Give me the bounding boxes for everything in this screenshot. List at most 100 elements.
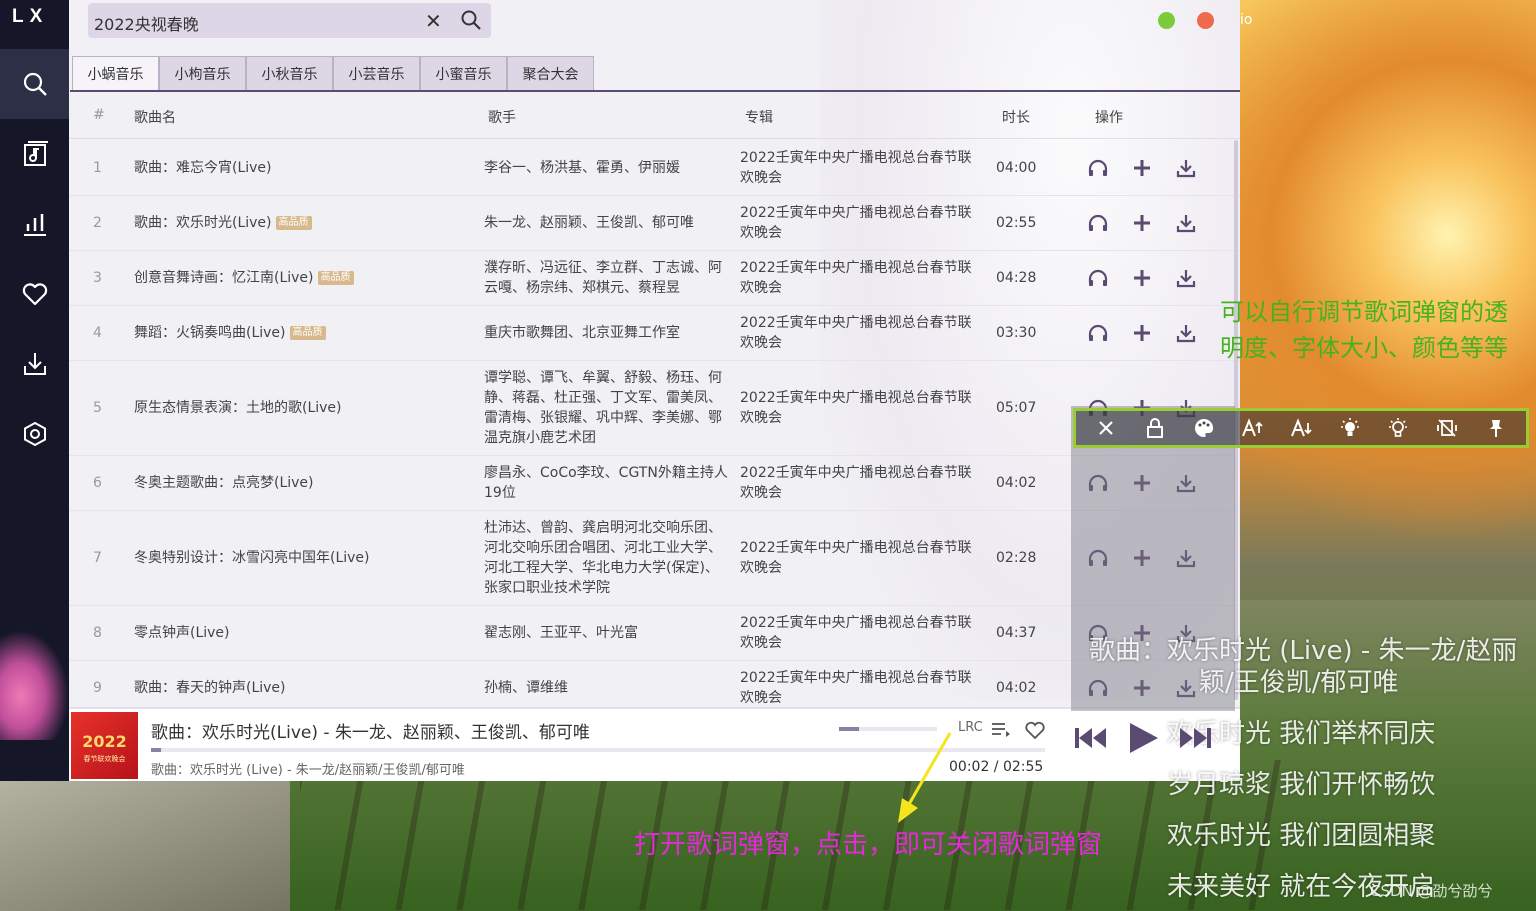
add-to-list-button[interactable]: [1131, 157, 1153, 179]
table-row[interactable]: 8 零点钟声(Live) 翟志刚、王亚平、叶光富 2022壬寅年中央广播电视总台春节联…: [69, 605, 1240, 661]
duration-cell: 04:00: [996, 159, 1037, 176]
album-cell[interactable]: 2022壬寅年中央广播电视总台春节联欢晚会: [740, 510, 980, 605]
album-cell[interactable]: 2022壬寅年中央广播电视总台春节联欢晚会: [740, 605, 980, 660]
table-row[interactable]: 7 冬奥特别设计：冰雪闪亮中国年(Live) 杜沛达、曾韵、龚启明河北交响乐团、河北…: [69, 510, 1240, 606]
font-size-up-button[interactable]: [1241, 417, 1263, 439]
lyric-line-title-2: 颖/王俊凯/郁可唯: [1199, 668, 1399, 698]
sidebar-item-download[interactable]: [0, 329, 69, 399]
next-icon: [1180, 728, 1211, 748]
sidebar-item-settings[interactable]: [0, 399, 69, 469]
play-button[interactable]: [1126, 720, 1160, 760]
annotation-arrow: [898, 732, 952, 823]
artist-cell[interactable]: 濮存昕、冯远征、李立群、丁志诚、阿云嘎、杨宗纬、郑棋元、蔡程昱: [484, 250, 729, 305]
lrc-toggle-button[interactable]: LRC: [958, 720, 983, 735]
prev-button[interactable]: [1072, 723, 1110, 757]
table-row[interactable]: 5 原生态情景表演：土地的歌(Live) 谭学聪、谭飞、牟翼、舒毅、杨珏、何静、蒋磊…: [69, 360, 1240, 456]
album-cell[interactable]: 2022壬寅年中央广播电视总台春节联欢晚会: [740, 360, 980, 455]
volume-fill: [839, 727, 859, 731]
play-song-button[interactable]: [1087, 267, 1109, 289]
song-name-cell[interactable]: 冬奥主题歌曲：点亮梦(Live): [134, 455, 474, 510]
search-box[interactable]: 2022央视春晚 ✕: [88, 3, 491, 38]
artist-cell[interactable]: 杜沛达、曾韵、龚启明河北交响乐团、河北交响乐团合唱团、河北工业大学、河北工程大学…: [484, 510, 729, 605]
album-cell[interactable]: 2022壬寅年中央广播电视总台春节联欢晚会: [740, 305, 980, 360]
download-song-button[interactable]: [1175, 212, 1197, 234]
source-tabs: 小蜗音乐 小枸音乐 小秋音乐 小芸音乐 小蜜音乐 聚合大会: [72, 56, 594, 90]
artist-cell[interactable]: 李谷一、杨洪基、霍勇、伊丽媛: [484, 140, 729, 195]
lyric-color-button[interactable]: [1193, 417, 1215, 439]
tab-source-2[interactable]: 小枸音乐: [159, 56, 246, 90]
table-row[interactable]: 2 歌曲：欢乐时光(Live) 高品质 朱一龙、赵丽颖、王俊凯、郁可唯 2022壬寅年中…: [69, 195, 1240, 251]
playlist-button[interactable]: [991, 721, 1011, 743]
add-to-list-button[interactable]: [1131, 322, 1153, 344]
sidebar-item-favorites[interactable]: [0, 259, 69, 329]
lyric-pin-button[interactable]: [1485, 417, 1507, 439]
album-cell[interactable]: 2022壬寅年中央广播电视总台春节联欢晚会: [740, 140, 980, 195]
search-icon: [23, 72, 47, 96]
tab-source-5[interactable]: 小蜜音乐: [420, 56, 507, 90]
close-window-button[interactable]: [1197, 12, 1214, 29]
song-name-cell[interactable]: 歌曲：难忘今宵(Live): [134, 140, 474, 195]
song-name-cell[interactable]: 原生态情景表演：土地的歌(Live): [134, 360, 474, 455]
font-decrease-icon: [1291, 418, 1312, 437]
tab-source-all[interactable]: 聚合大会: [507, 56, 594, 90]
sidebar-item-leaderboard[interactable]: [0, 189, 69, 259]
album-cell[interactable]: 2022壬寅年中央广播电视总台春节联欢晚会: [740, 250, 980, 305]
song-name: 零点钟声(Live): [134, 624, 230, 641]
lotus-decoration: [0, 630, 69, 740]
bulb-off-icon: [1389, 418, 1408, 437]
minimize-button[interactable]: [1158, 12, 1175, 29]
download-icon: [1175, 212, 1197, 234]
loop-heart-icon: [1025, 721, 1045, 740]
table-row[interactable]: 6 冬奥主题歌曲：点亮梦(Live) 廖昌永、CoCo李玟、CGTN外籍主持人19位…: [69, 455, 1240, 511]
clear-icon[interactable]: ✕: [425, 9, 442, 33]
song-name: 歌曲：欢乐时光(Live): [134, 214, 272, 231]
album-cover[interactable]: 2022 春节联欢晚会: [71, 712, 138, 779]
album-cell[interactable]: 2022壬寅年中央广播电视总台春节联欢晚会: [740, 455, 980, 510]
add-to-list-button[interactable]: [1131, 267, 1153, 289]
lyric-lock-button[interactable]: [1144, 417, 1166, 439]
play-song-button[interactable]: [1087, 212, 1109, 234]
download-song-button[interactable]: [1175, 322, 1197, 344]
play-song-button[interactable]: [1087, 157, 1109, 179]
loop-mode-button[interactable]: [1024, 721, 1046, 745]
song-name: 冬奥主题歌曲：点亮梦(Live): [134, 474, 314, 491]
plus-icon: [1131, 267, 1153, 289]
artist-cell[interactable]: 朱一龙、赵丽颖、王俊凯、郁可唯: [484, 195, 729, 250]
song-name-cell[interactable]: 歌曲：欢乐时光(Live) 高品质: [134, 195, 474, 250]
search-input[interactable]: 2022央视春晚: [94, 11, 199, 35]
tab-source-1[interactable]: 小蜗音乐: [72, 56, 159, 90]
add-to-list-button[interactable]: [1131, 212, 1153, 234]
artist-cell[interactable]: 谭学聪、谭飞、牟翼、舒毅、杨珏、何静、蒋磊、杜正强、丁文军、雷美凤、雷清梅、张银…: [484, 360, 729, 455]
song-name: 歌曲：春天的钟声(Live): [134, 679, 286, 696]
opacity-down-button[interactable]: [1387, 417, 1409, 439]
next-button[interactable]: [1176, 723, 1214, 757]
song-name-cell[interactable]: 冬奥特别设计：冰雪闪亮中国年(Live): [134, 510, 474, 605]
song-name-cell[interactable]: 零点钟声(Live): [134, 605, 474, 660]
download-icon: [1175, 267, 1197, 289]
artist-cell[interactable]: 廖昌永、CoCo李玟、CGTN外籍主持人19位: [484, 455, 729, 510]
song-name-cell[interactable]: 舞蹈：火锅奏鸣曲(Live) 高品质: [134, 305, 474, 360]
search-button[interactable]: [460, 9, 482, 35]
song-name-cell[interactable]: 创意音舞诗画：忆江南(Live) 高品质: [134, 250, 474, 305]
table-row[interactable]: 3 创意音舞诗画：忆江南(Live) 高品质 濮存昕、冯远征、李立群、丁志诚、阿云嘎、…: [69, 250, 1240, 306]
table-row[interactable]: 1 歌曲：难忘今宵(Live) 李谷一、杨洪基、霍勇、伊丽媛 2022壬寅年中央广播电…: [69, 140, 1240, 196]
sidebar-item-song-list[interactable]: [0, 119, 69, 189]
lyric-close-button[interactable]: [1095, 417, 1117, 439]
lyric-vibrate-off-button[interactable]: [1436, 417, 1458, 439]
desktop-ghost-text: io: [1240, 12, 1253, 28]
row-number: 5: [93, 399, 102, 416]
play-song-button[interactable]: [1087, 322, 1109, 344]
sidebar-item-search[interactable]: [0, 49, 69, 119]
watermark: CSDN @劭兮劭兮: [1370, 882, 1493, 900]
opacity-up-button[interactable]: [1339, 417, 1361, 439]
tab-source-3[interactable]: 小秋音乐: [246, 56, 333, 90]
artist-cell[interactable]: 重庆市歌舞团、北京亚舞工作室: [484, 305, 729, 360]
album-cell[interactable]: 2022壬寅年中央广播电视总台春节联欢晚会: [740, 195, 980, 250]
song-name: 舞蹈：火锅奏鸣曲(Live): [134, 324, 286, 341]
download-song-button[interactable]: [1175, 157, 1197, 179]
table-row[interactable]: 4 舞蹈：火锅奏鸣曲(Live) 高品质 重庆市歌舞团、北京亚舞工作室 2022壬寅年中…: [69, 305, 1240, 361]
font-size-down-button[interactable]: [1290, 417, 1312, 439]
download-song-button[interactable]: [1175, 267, 1197, 289]
artist-cell[interactable]: 翟志刚、王亚平、叶光富: [484, 605, 729, 660]
tab-source-4[interactable]: 小芸音乐: [333, 56, 420, 90]
